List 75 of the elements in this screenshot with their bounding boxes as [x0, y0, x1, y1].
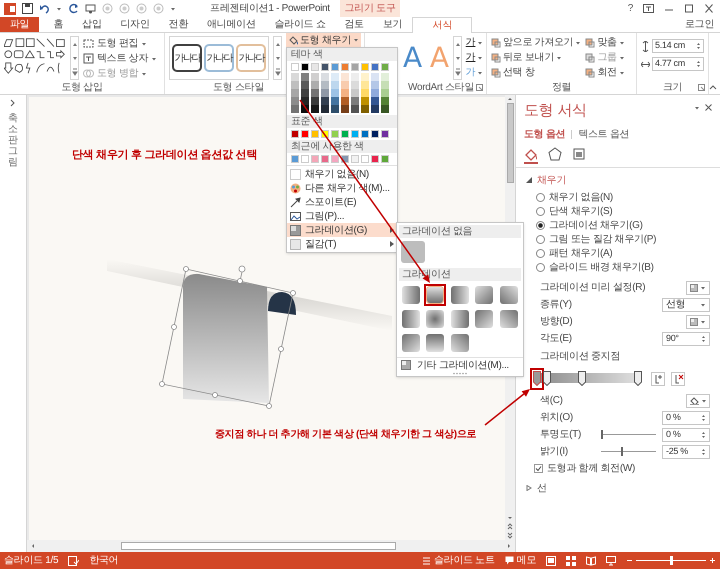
- field-label: 위치(O): [540, 411, 573, 425]
- wordart-style-sample[interactable]: A: [403, 44, 422, 72]
- tool-group-label: 그리기 도구: [340, 0, 400, 17]
- send-backward-button[interactable]: 뒤로 보내기: [491, 51, 582, 64]
- field-label: 방향(D): [540, 315, 572, 329]
- ribbon-tab[interactable]: 검토: [336, 17, 373, 32]
- group-label: 정렬: [552, 80, 572, 94]
- field-label: 투명도(T): [540, 428, 581, 442]
- language-indicator[interactable]: 한국어: [89, 553, 118, 568]
- rotate-with-shape-checkbox[interactable]: 도형과 함께 회전(W): [534, 462, 710, 476]
- comments-button[interactable]: 메모: [504, 553, 536, 568]
- window-title: 프레젠테이션1 - PowerPoint: [209, 2, 331, 16]
- ribbon-tab[interactable]: 파일: [0, 17, 40, 32]
- transparency-spinner[interactable]: 0 %: [662, 428, 710, 442]
- field-label: 각도(E): [540, 332, 572, 346]
- help-button[interactable]: ?: [628, 4, 633, 14]
- slide-counter: 슬라이드 1/5: [4, 554, 58, 568]
- annotation-text: 중지점 하나 더 추가해 기본 색상 (단색 채우기한 그 색상)으로: [215, 428, 476, 442]
- position-spinner[interactable]: 0 %: [662, 410, 710, 424]
- field-label: 그라데이션 미리 설정(R): [540, 281, 646, 295]
- pane-tab[interactable]: 텍스트 옵션: [578, 126, 630, 142]
- fill-menu-item[interactable]: 스포이트(E): [287, 195, 397, 209]
- group-label: 도형 삽입: [61, 80, 103, 94]
- shape-style-sample[interactable]: 가나다: [236, 44, 266, 72]
- field-label: 종류(Y): [540, 298, 572, 312]
- group-label: 도형 스타일: [213, 80, 264, 94]
- ribbon-tab[interactable]: 서식: [412, 17, 472, 33]
- fill-option-radio[interactable]: 슬라이드 배경 채우기(B): [536, 262, 720, 274]
- fill-menu-item[interactable]: 질감(T): [287, 237, 397, 251]
- ribbon-tab[interactable]: 전환: [160, 17, 198, 32]
- fill-option-radio[interactable]: 패턴 채우기(A): [536, 248, 720, 260]
- angle-spinner[interactable]: 90°: [662, 332, 710, 346]
- ribbon-tab[interactable]: 삽입: [73, 17, 111, 32]
- menu-heading: 그라데이션 없음: [399, 225, 521, 238]
- text-outline-button[interactable]: 가: [466, 51, 484, 64]
- shape-fill-button[interactable]: 도형 채우기: [286, 33, 361, 47]
- ribbon-tab[interactable]: 슬라이드 쇼: [266, 17, 335, 32]
- text-fill-button[interactable]: 가: [466, 36, 484, 49]
- fill-option-radio[interactable]: 채우기 없음(N): [536, 192, 720, 204]
- shape-style-sample[interactable]: 가나다: [204, 44, 234, 72]
- selection-pane-button[interactable]: 선택 창: [491, 66, 582, 79]
- thumbnails-pane-label[interactable]: 축소판 그림: [8, 113, 18, 168]
- rotate-button[interactable]: 회전: [585, 66, 625, 79]
- pane-title: 도형 서식: [524, 101, 587, 121]
- brightness-spinner[interactable]: -25 %: [662, 444, 710, 458]
- text-box-button[interactable]: 텍스트 상자: [83, 52, 157, 65]
- menu-heading: 테마 색: [287, 48, 397, 61]
- field-label: 밝기(I): [540, 445, 568, 459]
- group-label: WordArt 스타일: [408, 80, 474, 94]
- shape-style-sample[interactable]: 가나다: [172, 44, 202, 72]
- ribbon-tab[interactable]: 애니메이션: [198, 17, 265, 32]
- ribbon-tab[interactable]: 디자인: [112, 17, 159, 32]
- section-header[interactable]: 채우기: [516, 168, 720, 188]
- field-label: 그라데이션 중지점: [540, 350, 622, 364]
- sign-in-link[interactable]: 로그인: [678, 17, 720, 32]
- width-spinner[interactable]: 4.77 cm: [652, 57, 704, 71]
- bring-forward-button[interactable]: 앞으로 가져오기: [491, 36, 582, 49]
- edit-shape-button[interactable]: 도형 편집: [83, 37, 157, 50]
- pane-tab[interactable]: 도형 옵션: [524, 126, 566, 142]
- group-label: 크기: [662, 80, 682, 94]
- height-spinner[interactable]: 5.14 cm: [652, 39, 704, 53]
- more-gradients-item[interactable]: 기타 그라데이션(M)...: [397, 357, 523, 372]
- annotation-text: 단색 채우기 후 그라데이션 옵션값 선택: [72, 148, 257, 163]
- field-label: 색(C): [540, 394, 563, 408]
- fill-option-radio[interactable]: 그라데이션 채우기(G): [536, 220, 720, 232]
- fill-menu-item[interactable]: 그림(P)...: [287, 209, 397, 223]
- ribbon-tab[interactable]: 보기: [374, 17, 412, 32]
- section-header[interactable]: 선: [516, 476, 720, 496]
- fill-option-radio[interactable]: 그림 또는 질감 채우기(P): [536, 234, 720, 246]
- ribbon-tab[interactable]: 홈: [44, 17, 72, 32]
- fill-menu-item[interactable]: 그라데이션(G): [287, 223, 397, 237]
- align-button[interactable]: 맞춤: [585, 36, 625, 49]
- notes-button[interactable]: 슬라이드 노트: [422, 553, 495, 568]
- type-dropdown[interactable]: 선형: [662, 298, 710, 312]
- fill-option-radio[interactable]: 단색 채우기(S): [536, 206, 720, 218]
